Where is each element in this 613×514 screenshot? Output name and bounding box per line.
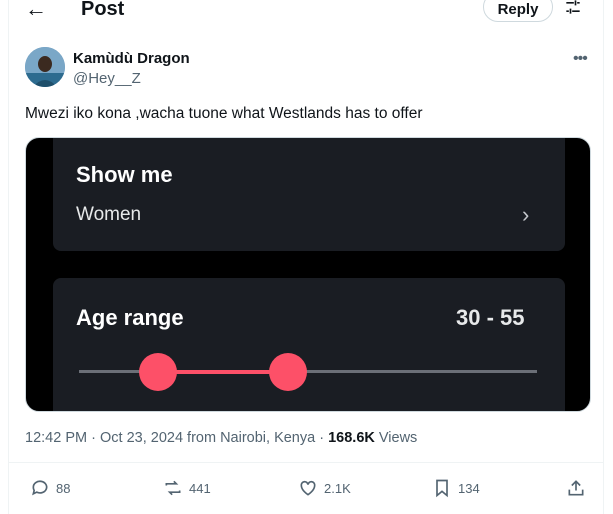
views-label: Views	[378, 430, 418, 446]
divider	[8, 462, 604, 463]
separator: ·	[319, 430, 325, 446]
like-action[interactable]: 2.1K	[298, 478, 351, 498]
bookmark-icon	[436, 479, 448, 498]
show-me-card	[53, 138, 565, 251]
share-action[interactable]	[566, 478, 592, 498]
bookmark-action[interactable]: 134	[432, 478, 480, 498]
age-range-label: Age range	[76, 305, 184, 330]
avatar-image	[25, 47, 65, 87]
like-count: 2.1K	[324, 480, 351, 496]
page-title: Post	[81, 0, 125, 20]
post-location: from Nairobi, Kenya	[187, 430, 316, 446]
separator: ·	[91, 430, 96, 446]
share-icon	[568, 480, 584, 496]
slider-max-thumb	[269, 353, 307, 391]
post-time[interactable]: 12:42 PM	[25, 430, 87, 446]
reply-icon	[32, 480, 48, 496]
post-date[interactable]: Oct 23, 2024	[100, 430, 183, 446]
repost-icon	[165, 480, 181, 496]
show-me-value: Women	[76, 204, 142, 225]
age-range-card	[53, 278, 565, 411]
avatar[interactable]	[25, 47, 65, 87]
post-metadata: 12:42 PM · Oct 23, 2024 from Nairobi, Ke…	[25, 430, 417, 446]
heart-icon	[300, 480, 316, 496]
more-options-icon[interactable]: •••	[573, 50, 588, 68]
repost-action[interactable]: 441	[163, 478, 211, 498]
slider-min-thumb	[139, 353, 177, 391]
views-count: 168.6K	[328, 430, 375, 446]
author-handle[interactable]: @Hey__Z	[73, 70, 141, 87]
post-header: ← Post Reply	[0, 0, 613, 22]
bookmark-count: 134	[458, 480, 480, 496]
age-range-value: 30 - 55	[456, 305, 525, 330]
tweet-media-image[interactable]: Show me Women › Age range 30 - 55	[25, 137, 591, 412]
author-name[interactable]: Kamùdù Dragon	[73, 50, 190, 67]
chevron-right-icon: ›	[522, 202, 530, 227]
tweet-text: Mwezi iko kona ,wacha tuone what Westlan…	[25, 105, 423, 122]
sliders-icon[interactable]	[563, 0, 583, 17]
show-me-label: Show me	[76, 162, 173, 187]
back-arrow-icon[interactable]: ←	[25, 0, 47, 20]
reply-button[interactable]: Reply	[483, 0, 553, 22]
reply-action[interactable]: 88	[30, 478, 70, 498]
reply-count: 88	[56, 480, 71, 496]
repost-count: 441	[189, 480, 211, 496]
